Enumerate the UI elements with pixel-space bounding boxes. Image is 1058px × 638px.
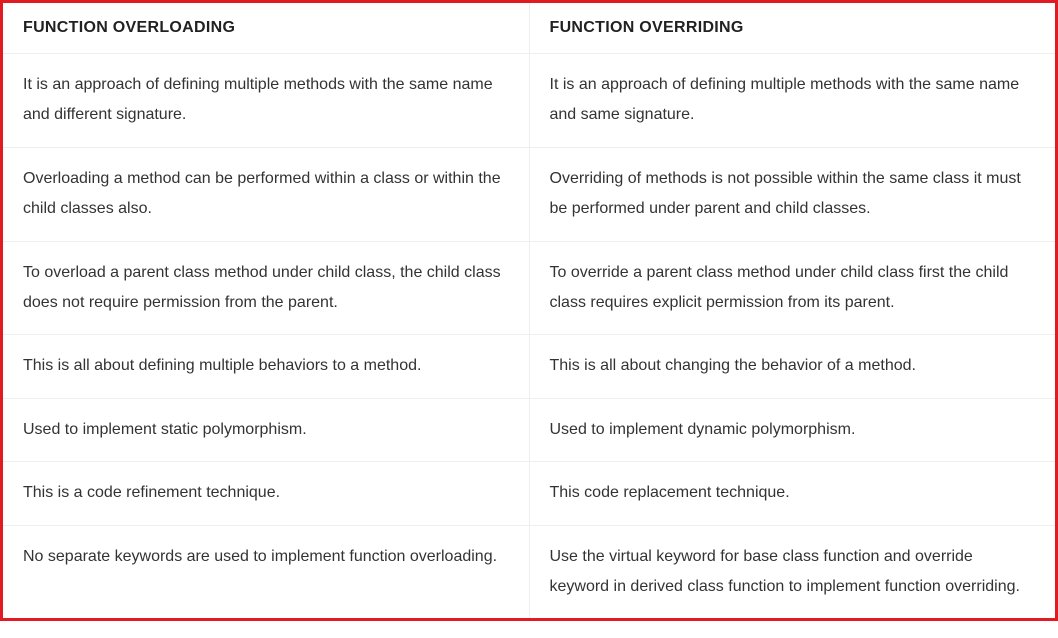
cell-overriding: This code replacement technique. (529, 462, 1055, 525)
header-overriding: FUNCTION OVERRIDING (529, 3, 1055, 54)
cell-overloading: Used to implement static polymorphism. (3, 398, 529, 461)
comparison-table: FUNCTION OVERLOADING FUNCTION OVERRIDING… (3, 3, 1055, 618)
cell-overloading: No separate keywords are used to impleme… (3, 525, 529, 618)
table-header-row: FUNCTION OVERLOADING FUNCTION OVERRIDING (3, 3, 1055, 54)
table-row: Used to implement static polymorphism. U… (3, 398, 1055, 461)
cell-overriding: It is an approach of defining multiple m… (529, 54, 1055, 148)
cell-overloading: This is all about defining multiple beha… (3, 335, 529, 398)
cell-overloading: It is an approach of defining multiple m… (3, 54, 529, 148)
table-row: No separate keywords are used to impleme… (3, 525, 1055, 618)
table-row: To overload a parent class method under … (3, 241, 1055, 335)
table-row: Overloading a method can be performed wi… (3, 147, 1055, 241)
table-row: It is an approach of defining multiple m… (3, 54, 1055, 148)
header-overloading: FUNCTION OVERLOADING (3, 3, 529, 54)
cell-overriding: Overriding of methods is not possible wi… (529, 147, 1055, 241)
cell-overloading: To overload a parent class method under … (3, 241, 529, 335)
cell-overriding: To override a parent class method under … (529, 241, 1055, 335)
comparison-table-container: FUNCTION OVERLOADING FUNCTION OVERRIDING… (0, 0, 1058, 621)
cell-overriding: Use the virtual keyword for base class f… (529, 525, 1055, 618)
cell-overriding: Used to implement dynamic polymorphism. (529, 398, 1055, 461)
cell-overloading: Overloading a method can be performed wi… (3, 147, 529, 241)
table-row: This is all about defining multiple beha… (3, 335, 1055, 398)
table-row: This is a code refinement technique. Thi… (3, 462, 1055, 525)
cell-overriding: This is all about changing the behavior … (529, 335, 1055, 398)
cell-overloading: This is a code refinement technique. (3, 462, 529, 525)
